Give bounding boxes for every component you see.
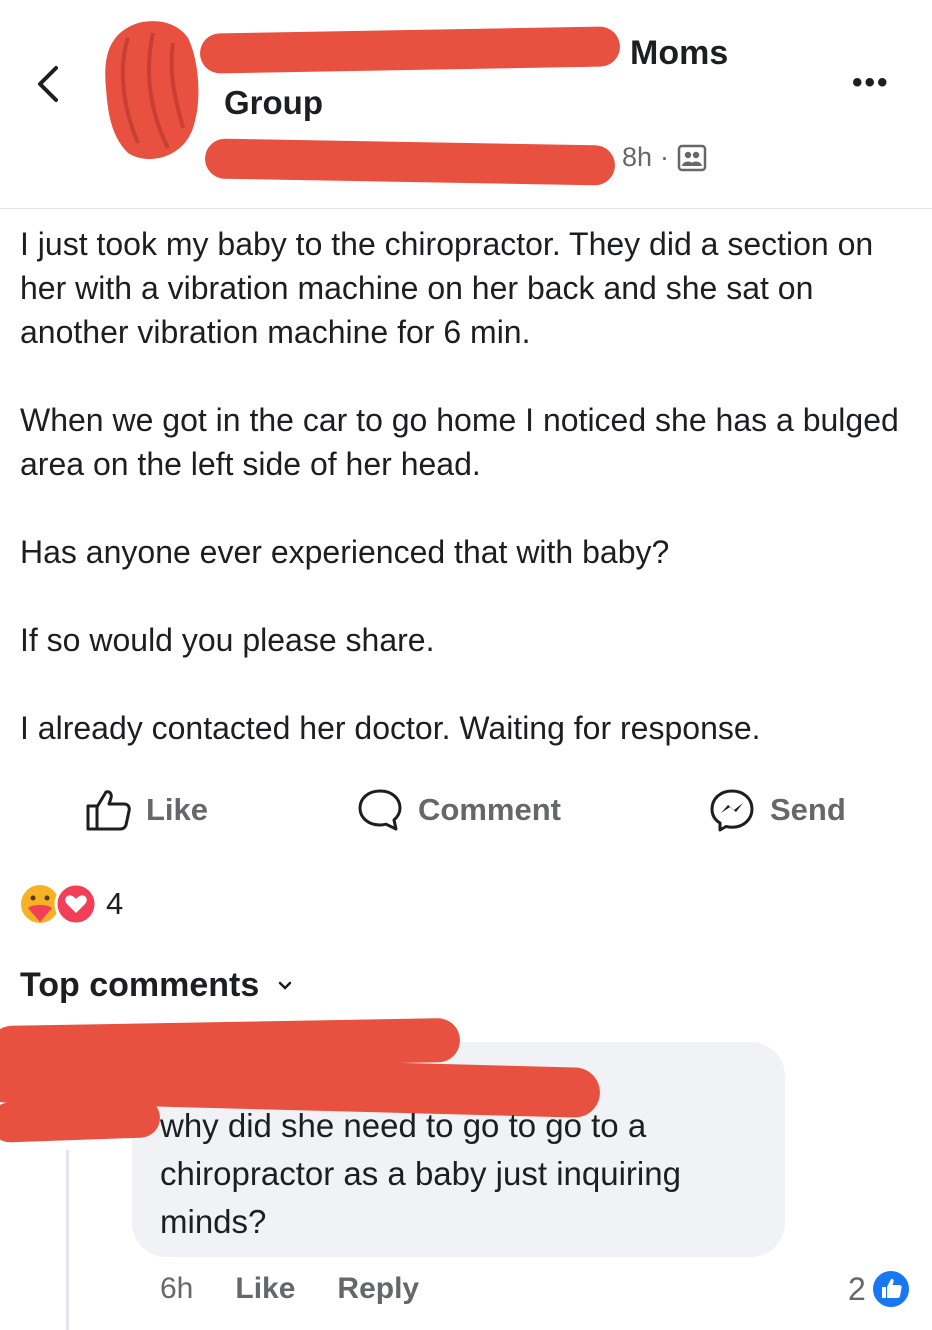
comment-timestamp[interactable]: 6h	[160, 1272, 193, 1306]
comment-label: Comment	[418, 792, 561, 827]
post-paragraph: I just took my baby to the chiropractor.…	[20, 226, 874, 350]
comment-bubble-icon	[358, 789, 402, 831]
avatar-redacted[interactable]	[98, 18, 203, 168]
like-reaction-icon	[870, 1269, 911, 1309]
thread-line	[66, 1150, 69, 1330]
comment-like-button[interactable]: Like	[235, 1272, 295, 1306]
like-label: Like	[146, 792, 209, 827]
more-options-button[interactable]: •••	[852, 66, 890, 100]
chevron-down-icon	[279, 981, 292, 990]
redacted-author-name	[204, 138, 616, 186]
reaction-summary[interactable]: 4	[18, 882, 123, 926]
post-meta: 8h ·	[622, 142, 707, 173]
thumbs-up-icon	[86, 790, 131, 831]
comment-sort-label: Top comments	[20, 966, 260, 1004]
comment-button[interactable]: Comment	[356, 780, 561, 840]
timestamp[interactable]: 8h	[622, 142, 652, 173]
send-button[interactable]: Send	[708, 780, 846, 840]
back-chevron-icon[interactable]	[26, 60, 74, 108]
comment-reaction-count[interactable]: 2	[848, 1268, 912, 1310]
redacted-commenter-avatar	[0, 1097, 161, 1143]
redacted-group-name	[199, 26, 621, 74]
love-reaction-icon	[54, 882, 98, 926]
messenger-icon	[710, 789, 754, 832]
post-paragraph: If so would you please share.	[20, 622, 435, 658]
post-action-bar: Like Comment Send	[0, 780, 932, 840]
post-paragraph: I already contacted her doctor. Waiting …	[20, 710, 761, 746]
comment-meta: 6h Like Reply	[160, 1272, 419, 1306]
post-paragraph: When we got in the car to go home I noti…	[20, 402, 899, 482]
comment-text: why did she need to go to go to a chirop…	[160, 1107, 681, 1240]
comment-like-count: 2	[848, 1270, 866, 1307]
comment-reply-button[interactable]: Reply	[337, 1272, 419, 1306]
send-label: Send	[770, 792, 846, 827]
group-name[interactable]: Moms	[630, 34, 728, 73]
reaction-count: 4	[106, 886, 124, 921]
like-button[interactable]: Like	[84, 780, 208, 840]
post-body: I just took my baby to the chiropractor.…	[20, 222, 915, 794]
header-divider	[0, 208, 932, 209]
meta-separator: ·	[660, 142, 670, 172]
comment-sort-dropdown[interactable]: Top comments	[20, 966, 293, 1005]
post-paragraph: Has anyone ever experienced that with ba…	[20, 534, 670, 570]
group-label: Group	[224, 84, 323, 121]
group-members-icon	[677, 144, 707, 171]
